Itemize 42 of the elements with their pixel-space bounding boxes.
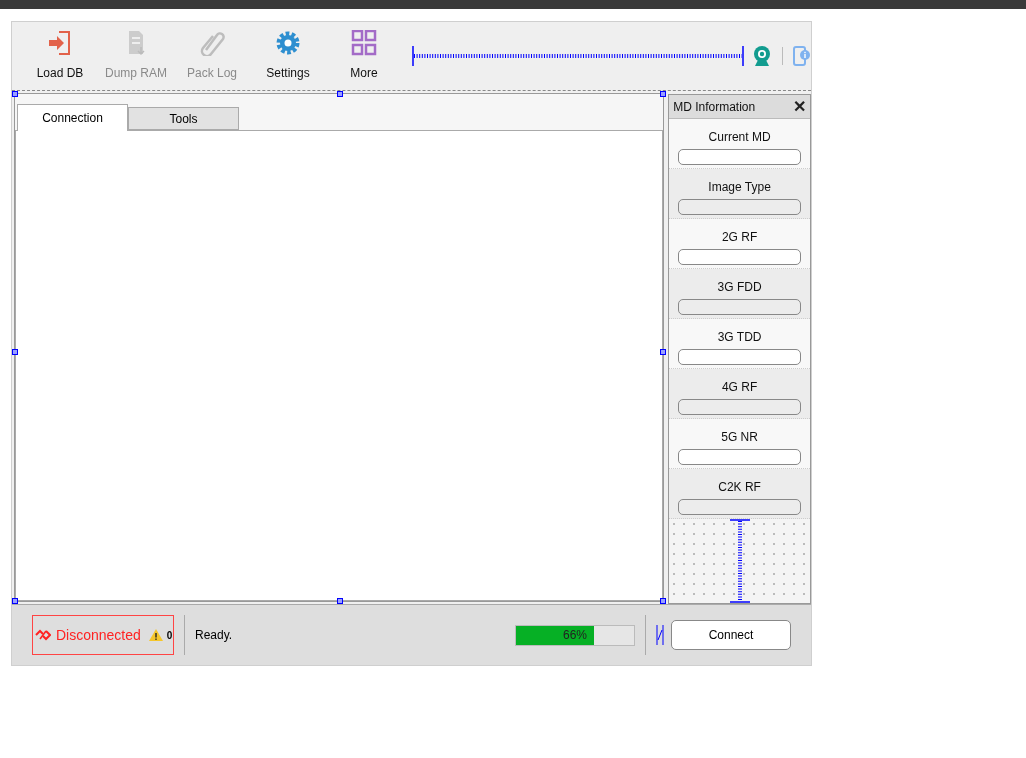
field-label: C2K RF: [718, 479, 761, 496]
webcam-icon[interactable]: [752, 45, 772, 67]
input-field[interactable]: [678, 299, 802, 315]
panel-title: MD Information: [673, 98, 756, 116]
spacer-drawing: [656, 624, 664, 646]
field-label: 3G TDD: [717, 329, 762, 346]
selection-handle: [12, 349, 18, 355]
status-message: Ready.: [195, 627, 233, 644]
warning-icon: [147, 628, 164, 642]
selection-handle: [660, 91, 667, 97]
broken-link-icon: [35, 629, 51, 641]
input-field[interactable]: [678, 149, 802, 165]
tab[interactable]: Connection: [17, 104, 128, 131]
selection-handle: [660, 598, 667, 604]
close-button[interactable]: ✕: [793, 98, 806, 115]
selection-handle: [12, 598, 18, 604]
connection-label: Disconnected: [56, 625, 141, 645]
selection-handle: [660, 349, 667, 355]
field-label: Image Type: [708, 179, 771, 196]
progress-reading: 66%: [562, 627, 588, 644]
selection-handle: [337, 91, 343, 97]
selection-handle: [12, 91, 18, 97]
phone-info-icon[interactable]: [793, 46, 811, 66]
input-field[interactable]: [678, 199, 802, 215]
field-label: Current MD: [708, 129, 771, 146]
field-label: 4G RF: [721, 379, 758, 396]
connect-button[interactable]: Connect: [671, 620, 791, 650]
field-label: 3G FDD: [717, 279, 762, 296]
input-field[interactable]: [678, 249, 802, 265]
selection-handle: [337, 598, 343, 604]
toolbar-button[interactable]: Load DB: [22, 28, 98, 84]
input-field[interactable]: [678, 499, 802, 515]
input-field[interactable]: [678, 449, 802, 465]
toolbar-button[interactable]: More: [326, 28, 402, 84]
input-field[interactable]: [678, 399, 802, 415]
warning-count: 0: [166, 628, 173, 643]
field-label: 5G NR: [721, 429, 758, 446]
field-label: 2G RF: [721, 229, 758, 246]
toolbar-button[interactable]: Settings: [250, 28, 326, 84]
input-field[interactable]: [678, 349, 802, 365]
grid-icon: [349, 30, 379, 56]
tab[interactable]: Tools: [128, 107, 239, 130]
